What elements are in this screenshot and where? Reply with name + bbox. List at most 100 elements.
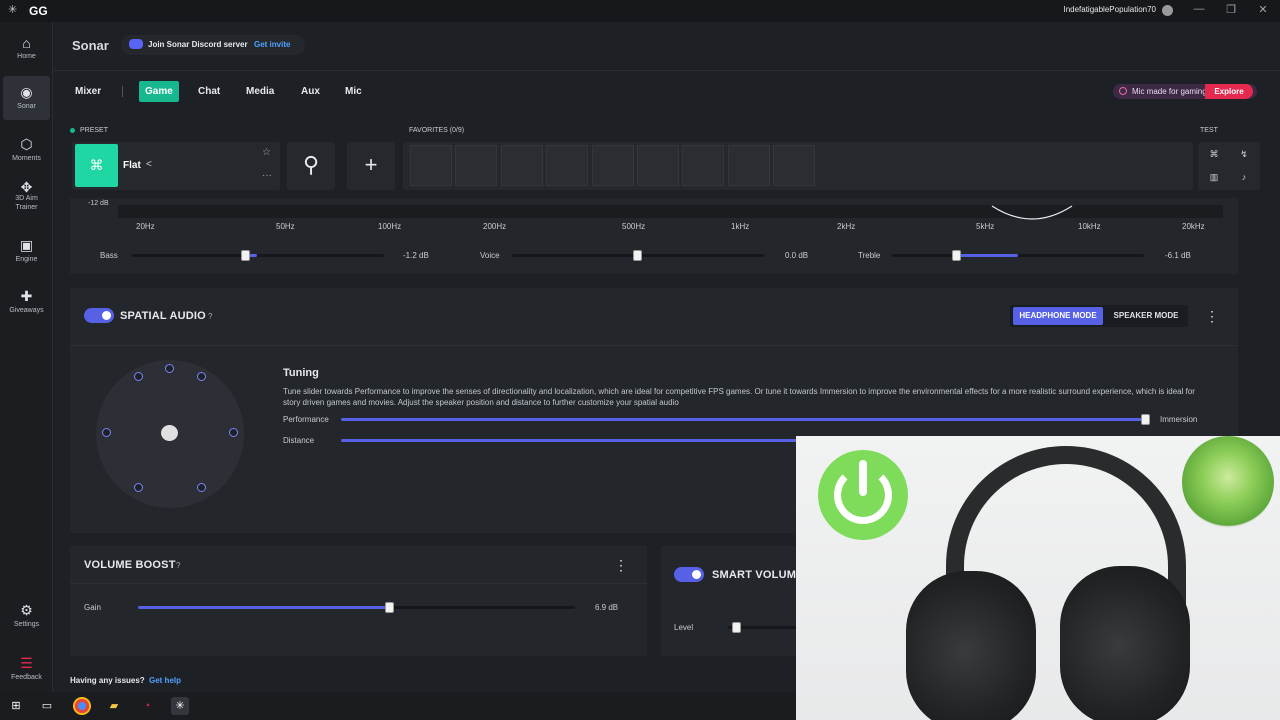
discord-banner[interactable]: Join Sonar Discord server Get invite bbox=[121, 35, 305, 55]
bass-slider-track[interactable] bbox=[132, 254, 384, 257]
freq-label: 20kHz bbox=[1182, 222, 1205, 231]
gain-slider-thumb[interactable] bbox=[385, 602, 394, 613]
tuning-title: Tuning bbox=[283, 367, 319, 379]
divider bbox=[70, 583, 647, 584]
tab-mic[interactable]: Mic bbox=[345, 86, 362, 97]
speaker-icon[interactable] bbox=[165, 364, 174, 373]
left-earcup-image bbox=[906, 571, 1036, 720]
add-preset-button[interactable]: + bbox=[347, 142, 395, 190]
speaker-icon[interactable] bbox=[229, 428, 238, 437]
treble-slider-thumb[interactable] bbox=[952, 250, 961, 261]
sidebar-item-label: Giveaways bbox=[9, 307, 44, 314]
search-preset-button[interactable]: ⚲ bbox=[287, 142, 335, 190]
distance-slider-fill[interactable] bbox=[341, 439, 801, 442]
explore-button[interactable]: Explore bbox=[1205, 84, 1253, 99]
more-options-icon[interactable]: ⋮ bbox=[1205, 308, 1219, 325]
test-music-icon[interactable]: ♪ bbox=[1233, 169, 1255, 185]
gamepad-icon: ⌘ bbox=[75, 144, 118, 187]
sidebar-item-3d-aim-trainer[interactable]: ✥ 3D Aim Trainer bbox=[3, 180, 50, 212]
speaker-icon[interactable] bbox=[134, 372, 143, 381]
sidebar-item-label: Moments bbox=[12, 155, 41, 162]
windows-start-icon[interactable]: ⊞ bbox=[7, 697, 25, 715]
tuning-slider-thumb[interactable] bbox=[1141, 414, 1150, 425]
tab-chat[interactable]: Chat bbox=[198, 86, 220, 97]
get-invite-link[interactable]: Get invite bbox=[254, 40, 290, 49]
tuning-description: Tune slider towards Performance to impro… bbox=[283, 387, 1195, 407]
help-icon[interactable]: ? bbox=[176, 561, 180, 570]
speaker-icon[interactable] bbox=[197, 372, 206, 381]
treble-slider-track[interactable] bbox=[892, 254, 1144, 257]
bass-slider-thumb[interactable] bbox=[241, 250, 250, 261]
sidebar-item-engine[interactable]: ▣ Engine bbox=[3, 237, 50, 263]
voice-value: 0.0 dB bbox=[785, 251, 809, 260]
engine-icon: ▣ bbox=[19, 237, 34, 253]
treble-slider-fill bbox=[957, 254, 1018, 257]
steelseries-logo-icon: ✳ bbox=[8, 4, 18, 16]
file-explorer-icon[interactable]: ▰ bbox=[105, 697, 123, 715]
feedback-icon: ☰ bbox=[20, 655, 33, 671]
preset-label: PRESET bbox=[80, 127, 109, 134]
volume-boost-title: VOLUME BOOST bbox=[84, 559, 176, 571]
username[interactable]: IndefatigablePopulation70 bbox=[1063, 5, 1156, 14]
speaker-icon[interactable] bbox=[197, 483, 206, 492]
preset-status-dot bbox=[70, 128, 75, 133]
sidebar-item-giveaways[interactable]: ✚ Giveaways bbox=[3, 288, 50, 314]
tab-aux[interactable]: Aux bbox=[301, 86, 320, 97]
favorite-slot[interactable] bbox=[501, 145, 543, 186]
restore-button[interactable]: ❐ bbox=[1221, 3, 1241, 16]
avatar[interactable] bbox=[1162, 5, 1173, 16]
bass-label: Bass bbox=[100, 251, 118, 260]
test-game-icon[interactable]: ⌘ bbox=[1203, 146, 1225, 162]
speaker-mode-button[interactable]: SPEAKER MODE bbox=[1106, 307, 1186, 325]
star-icon[interactable]: ☆ bbox=[262, 147, 271, 158]
smart-volume-toggle[interactable] bbox=[674, 567, 704, 582]
performance-label: Performance bbox=[283, 415, 329, 424]
favorite-slot[interactable] bbox=[410, 145, 452, 186]
eq-db-label: -12 dB bbox=[88, 200, 109, 207]
sidebar-item-moments[interactable]: ⬡ Moments bbox=[3, 136, 50, 162]
test-shot-icon[interactable]: ↯ bbox=[1233, 146, 1255, 162]
level-label: Level bbox=[674, 623, 694, 632]
headphone-mode-button[interactable]: HEADPHONE MODE bbox=[1013, 307, 1103, 325]
sidebar-item-settings[interactable]: ⚙ Settings bbox=[3, 602, 50, 628]
favorite-slot[interactable] bbox=[637, 145, 679, 186]
steelseries-gg-icon[interactable]: ✳ bbox=[171, 697, 189, 715]
chrome-icon[interactable] bbox=[73, 697, 91, 715]
more-options-icon[interactable]: ⋮ bbox=[614, 557, 628, 574]
sidebar-item-sonar[interactable]: ◉ Sonar bbox=[3, 76, 50, 120]
favorite-slot[interactable] bbox=[546, 145, 588, 186]
speaker-icon[interactable] bbox=[102, 428, 111, 437]
minimize-button[interactable]: — bbox=[1189, 3, 1209, 15]
speaker-icon[interactable] bbox=[134, 483, 143, 492]
tab-game[interactable]: Game bbox=[139, 81, 179, 102]
favorite-slot[interactable] bbox=[455, 145, 497, 186]
level-slider-thumb[interactable] bbox=[732, 622, 741, 633]
more-icon[interactable]: ··· bbox=[262, 170, 272, 181]
sidebar bbox=[0, 22, 53, 692]
divider bbox=[52, 70, 1280, 71]
favorite-slot[interactable] bbox=[773, 145, 815, 186]
bass-value: -1.2 dB bbox=[403, 251, 429, 260]
mic-promo-banner[interactable]: Mic made for gaming Explore bbox=[1113, 84, 1257, 99]
voice-slider-thumb[interactable] bbox=[633, 250, 642, 261]
favorite-slot[interactable] bbox=[682, 145, 724, 186]
sidebar-item-home[interactable]: ⌂ Home bbox=[3, 35, 50, 60]
close-button[interactable]: ✕ bbox=[1253, 3, 1273, 16]
tuning-slider-fill[interactable] bbox=[341, 418, 1147, 421]
right-earcup-image bbox=[1060, 566, 1190, 720]
favorite-slot[interactable] bbox=[592, 145, 634, 186]
get-help-link[interactable]: Get help bbox=[149, 676, 181, 685]
preset-selector[interactable]: ⌘ Flat < ☆ ··· bbox=[72, 142, 280, 190]
help-icon[interactable]: ? bbox=[208, 312, 212, 321]
sidebar-item-feedback[interactable]: ☰ Feedback bbox=[3, 655, 50, 681]
task-view-icon[interactable]: ▭ bbox=[38, 697, 56, 715]
tab-media[interactable]: Media bbox=[246, 86, 274, 97]
share-icon[interactable]: < bbox=[146, 159, 152, 170]
moments-icon: ⬡ bbox=[20, 136, 33, 152]
spatial-audio-toggle[interactable] bbox=[84, 308, 114, 323]
app-icon[interactable]: ◔ bbox=[138, 697, 156, 715]
power-icon bbox=[818, 450, 908, 540]
favorite-slot[interactable] bbox=[728, 145, 770, 186]
test-steps-icon[interactable]: ▥ bbox=[1203, 169, 1225, 185]
tab-mixer[interactable]: Mixer bbox=[75, 86, 101, 97]
